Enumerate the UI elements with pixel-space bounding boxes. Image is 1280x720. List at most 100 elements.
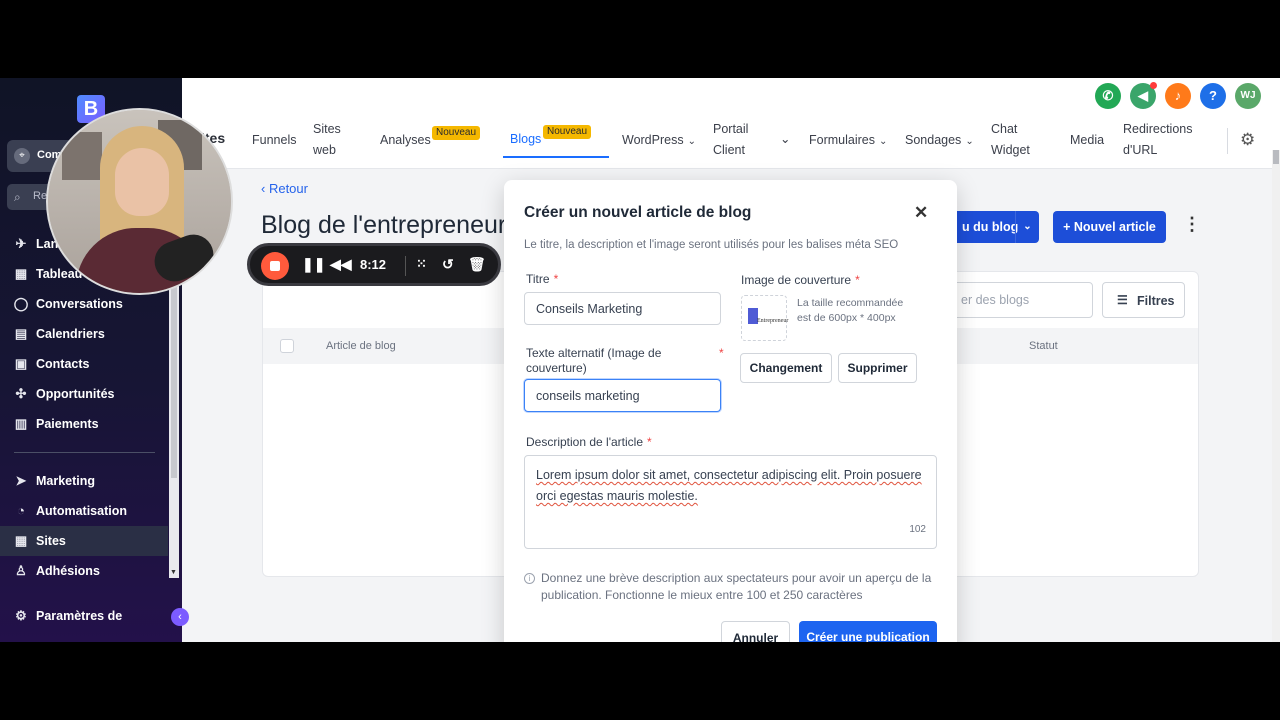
notification-dot <box>1150 82 1157 89</box>
help-icon[interactable]: ? <box>1200 83 1226 109</box>
modal-subtitle: Le titre, la description et l'image sero… <box>524 239 899 251</box>
cancel-button[interactable]: Annuler <box>721 621 790 642</box>
back-label: Retour <box>268 181 308 196</box>
rewind-icon[interactable]: ◀◀ <box>330 256 352 273</box>
new-badge: Nouveau <box>432 126 481 140</box>
toolbar-divider <box>405 256 406 276</box>
tab-sites-web[interactable]: Sites web <box>313 119 341 161</box>
sidebar-item-sites[interactable]: ▦ Sites <box>0 526 168 556</box>
tab-label: Redirections <box>1123 122 1193 136</box>
delete-image-button[interactable]: Supprimer <box>838 353 917 383</box>
bell-icon[interactable]: ♪ <box>1165 83 1191 109</box>
scrollbar-thumb[interactable] <box>1273 150 1279 164</box>
collapse-sidebar-button[interactable]: ‹ <box>171 608 189 626</box>
new-badge: Nouveau <box>543 125 592 139</box>
sidebar-item-marketing[interactable]: ➤ Marketing <box>0 466 168 496</box>
pause-icon[interactable]: ❚❚ <box>302 256 325 273</box>
automation-icon: ◔ <box>17 503 25 518</box>
tab-label: d'URL <box>1123 143 1158 157</box>
restart-icon[interactable]: ↺ <box>442 256 454 273</box>
tab-portail-client[interactable]: Portail Client <box>713 119 748 161</box>
change-image-button[interactable]: Changement <box>740 353 832 383</box>
tab-redirections[interactable]: Redirections d'URL <box>1123 119 1192 161</box>
description-field-label: Description de l'article * <box>526 435 652 449</box>
cover-logo-text: Entrepreneur <box>757 318 789 324</box>
cover-image-preview[interactable]: Entrepreneur <box>741 295 789 341</box>
tab-analyses[interactable]: Analyses <box>380 130 431 151</box>
sidebar-item-label: Calendriers <box>36 327 105 341</box>
back-link[interactable]: ‹ Retour <box>261 181 308 196</box>
filters-button[interactable]: ☰ Filtres <box>1102 282 1185 318</box>
gear-icon[interactable]: ⚙ <box>1240 130 1255 150</box>
tab-label: Chat <box>991 122 1018 136</box>
close-icon[interactable]: ✕ <box>914 203 928 223</box>
tab-funnels[interactable]: Funnels <box>252 130 296 151</box>
more-options-icon[interactable]: ⋮ <box>1183 214 1201 235</box>
required-marker: * <box>553 272 559 286</box>
description-text: Lorem ipsum dolor sit amet, consectetur … <box>536 468 922 503</box>
description-textarea[interactable]: Lorem ipsum dolor sit amet, consectetur … <box>524 455 937 549</box>
label-text: Titre <box>526 272 550 286</box>
calendar-icon: ▤ <box>14 326 28 341</box>
page-scrollbar[interactable] <box>1272 150 1280 642</box>
rocket-icon: ✈ <box>15 236 27 251</box>
webcam-wall-frame <box>62 132 102 180</box>
grid-icon[interactable]: ⁙ <box>416 256 427 272</box>
recording-timer: 8:12 <box>360 257 387 272</box>
tab-media[interactable]: Media <box>1070 130 1104 151</box>
recording-toolbar: ❚❚ ◀◀ 8:12 ⁙ ↺ 🗑 <box>247 243 501 286</box>
sidebar-item-automation[interactable]: ◔ Automatisation <box>0 496 168 526</box>
tab-sondages[interactable]: Sondages ⌄ <box>905 130 974 152</box>
sidebar-item-opportunities[interactable]: ✣ Opportunités <box>0 379 168 409</box>
tab-label: web <box>313 143 336 157</box>
phone-icon[interactable]: ✆ <box>1095 83 1121 109</box>
tab-wordpress[interactable]: WordPress ⌄ <box>622 130 696 152</box>
tab-formulaires[interactable]: Formulaires ⌄ <box>809 130 887 152</box>
title-input[interactable]: Conseils Marketing <box>524 292 721 325</box>
sidebar-item-contacts[interactable]: ▣ Contacts <box>0 349 168 379</box>
tab-label: Sondages <box>905 133 962 147</box>
tab-chat-widget[interactable]: Chat Widget <box>991 119 1030 161</box>
create-post-button[interactable]: Créer une publication <box>799 621 937 642</box>
required-marker: * <box>855 273 860 287</box>
active-tab-indicator <box>503 156 609 158</box>
search-icon: ⌕ <box>14 190 21 204</box>
label-text: Image de couverture <box>741 273 852 287</box>
tab-label: Portail <box>713 122 749 136</box>
alt-text-input[interactable]: conseils marketing <box>524 379 721 412</box>
sidebar-item-payments[interactable]: ▥ Paiements <box>0 409 168 439</box>
gear-icon: ⚙ <box>15 608 27 623</box>
stop-recording-button[interactable] <box>261 252 289 280</box>
chevron-left-icon: ‹ <box>178 611 182 623</box>
tab-label: WordPress <box>622 133 684 147</box>
sidebar-item-label: Paiements <box>36 417 99 431</box>
column-header-status[interactable]: Statut <box>1029 340 1058 352</box>
chevron-down-icon[interactable]: ⌄ <box>780 129 790 150</box>
sidebar-item-memberships[interactable]: ♙ Adhésions <box>0 556 168 586</box>
help-text: Donnez une brève description aux spectat… <box>541 571 932 602</box>
network-icon: ✣ <box>15 386 27 401</box>
cover-size-hint: La taille recommandée est de 600px * 400… <box>797 297 904 324</box>
new-article-button[interactable]: + Nouvel article <box>1053 211 1166 243</box>
character-count: 102 <box>909 524 926 535</box>
sidebar-divider <box>14 452 155 453</box>
filters-label: Filtres <box>1137 294 1175 308</box>
scroll-down-arrow-icon[interactable]: ▼ <box>170 569 177 576</box>
user-avatar[interactable]: WJ <box>1235 83 1261 109</box>
sites-icon: ▦ <box>14 533 28 548</box>
sidebar-item-settings[interactable]: ⚙ Paramètres de <box>0 601 168 631</box>
column-header-article[interactable]: Article de blog <box>326 340 396 352</box>
sidebar-item-label: Contacts <box>36 357 90 371</box>
sidebar-item-calendars[interactable]: ▤ Calendriers <box>0 319 168 349</box>
trash-icon[interactable]: 🗑 <box>468 256 486 273</box>
select-all-checkbox[interactable] <box>280 339 294 353</box>
tab-blogs[interactable]: Blogs <box>510 129 541 150</box>
chevron-down-icon[interactable]: ⌄ <box>1015 211 1039 243</box>
webcam-overlay <box>46 108 233 295</box>
top-navigation: ✆ ◀ ♪ ? WJ ites Funnels Sites web Analys… <box>182 78 1280 169</box>
cover-image-label: Image de couverture * <box>741 273 860 287</box>
sidebar-item-label: Conversations <box>36 297 123 311</box>
grid-icon: ▦ <box>14 266 28 281</box>
blog-search-input[interactable]: er des blogs <box>950 282 1093 318</box>
stop-icon <box>270 261 280 271</box>
